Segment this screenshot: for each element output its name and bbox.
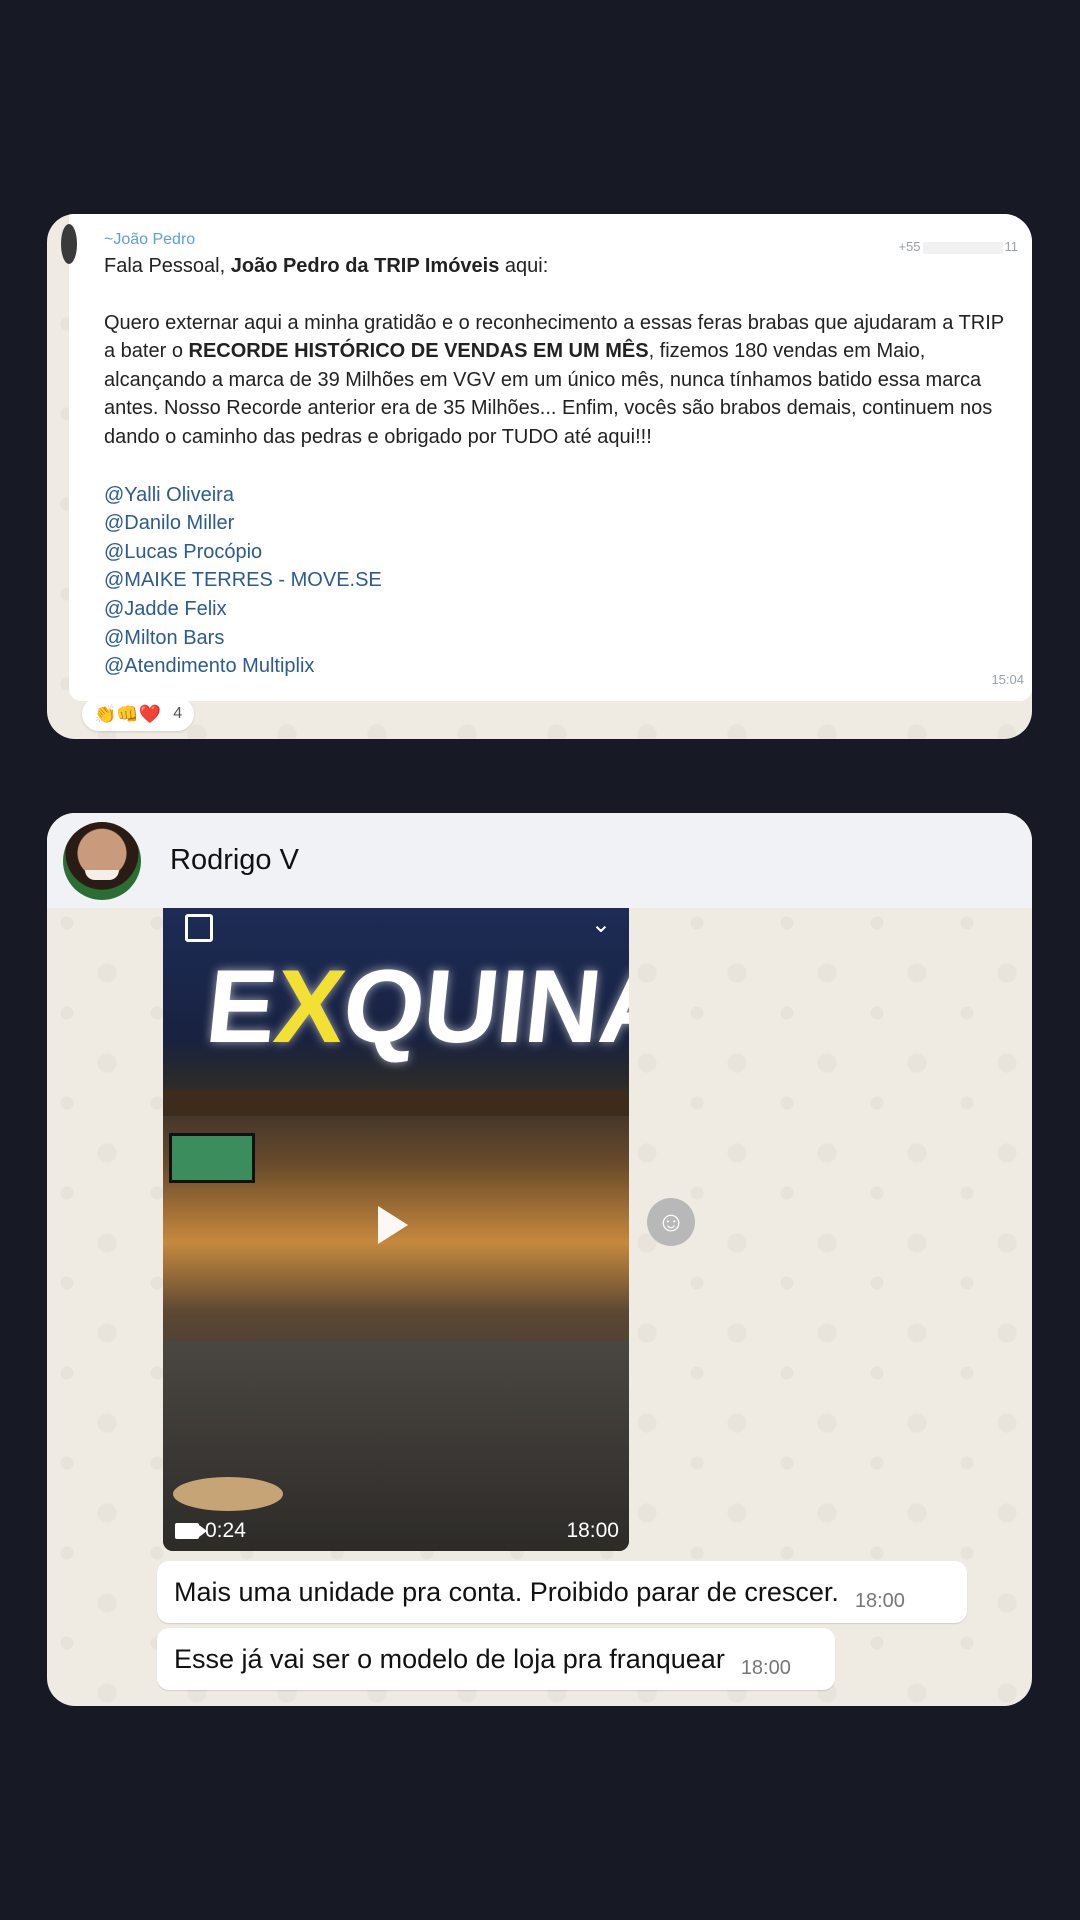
mention-link[interactable]: @Yalli Oliveira [104,481,1018,510]
chat-header[interactable]: Rodrigo V [47,813,1032,908]
greeting-line: Fala Pessoal, João Pedro da TRIP Imóveis… [104,252,1018,281]
message-bubble[interactable]: Esse já vai ser o modelo de loja pra fra… [157,1628,835,1690]
expand-icon[interactable] [185,914,213,942]
mention-link[interactable]: @Milton Bars [104,624,1018,653]
message-time: 18:00 [854,1589,905,1612]
video-scene-awning [163,1090,629,1116]
phone-redaction [922,241,1003,254]
sign-part: QUINA [337,949,629,1065]
phone-suffix: 11 [1004,239,1019,254]
reactions-pill[interactable]: 👏👊❤️ 4 [82,697,195,731]
message-body: Quero externar aqui a minha gratidão e o… [104,309,1018,452]
sender-name[interactable]: ~João Pedro [104,230,1018,250]
mention-list: @Yalli Oliveira @Danilo Miller @Lucas Pr… [104,481,1018,681]
body-bold: RECORDE HISTÓRICO DE VENDAS EM UM MÊS [188,340,649,363]
message-time: 15:04 [991,672,1024,688]
video-scene-table [173,1477,283,1511]
greeting-bold: João Pedro da TRIP Imóveis [230,255,500,277]
sender-phone: +55 11 [898,233,1018,262]
mention-link[interactable]: @MAIKE TERRES - MOVE.SE [104,566,1018,595]
mention-link[interactable]: @Jadde Felix [104,595,1018,624]
reaction-count: 4 [173,705,183,722]
phone-prefix: +55 [898,239,921,254]
sign-x: X [269,949,350,1065]
sign-part: E [200,949,282,1065]
avatar [61,224,77,264]
chevron-down-icon[interactable]: ⌄ [591,910,611,939]
duration-text: 0:24 [205,1519,246,1542]
reaction-emojis: 👏👊❤️ [94,703,162,724]
chat-screenshot: Rodrigo V EXQUINA ⌄ 0:24 18:00 ☺ Mais um… [47,813,1032,1706]
video-duration: 0:24 [175,1519,246,1543]
message-bubble[interactable]: Mais uma unidade pra conta. Proibido par… [157,1561,967,1623]
greeting-suffix: aqui: [499,255,549,277]
message-time: 18:00 [740,1656,791,1679]
message-bubble[interactable]: ~João Pedro +55 11 Fala Pessoal, João Ped… [61,214,1032,701]
video-camera-icon [175,1523,207,1539]
group-message-screenshot: ~João Pedro +55 11 Fala Pessoal, João Ped… [47,214,1032,739]
greeting-text: Fala Pessoal, [104,255,231,277]
react-emoji-icon[interactable]: ☺ [647,1198,695,1246]
video-message[interactable]: EXQUINA ⌄ 0:24 18:00 [163,908,629,1551]
play-icon[interactable] [378,1206,408,1244]
contact-avatar[interactable] [63,821,141,900]
message-text: Mais uma unidade pra conta. Proibido par… [174,1576,839,1607]
video-time: 18:00 [566,1519,619,1542]
mention-link[interactable]: @Lucas Procópio [104,538,1018,567]
video-sign-text: EXQUINA [201,948,629,1067]
mention-link[interactable]: @Danilo Miller [104,509,1018,538]
mention-link[interactable]: @Atendimento Multiplix [104,652,1018,681]
contact-name[interactable]: Rodrigo V [170,844,299,877]
video-scene-tv [169,1133,255,1183]
message-text: Esse já vai ser o modelo de loja pra fra… [174,1643,725,1674]
